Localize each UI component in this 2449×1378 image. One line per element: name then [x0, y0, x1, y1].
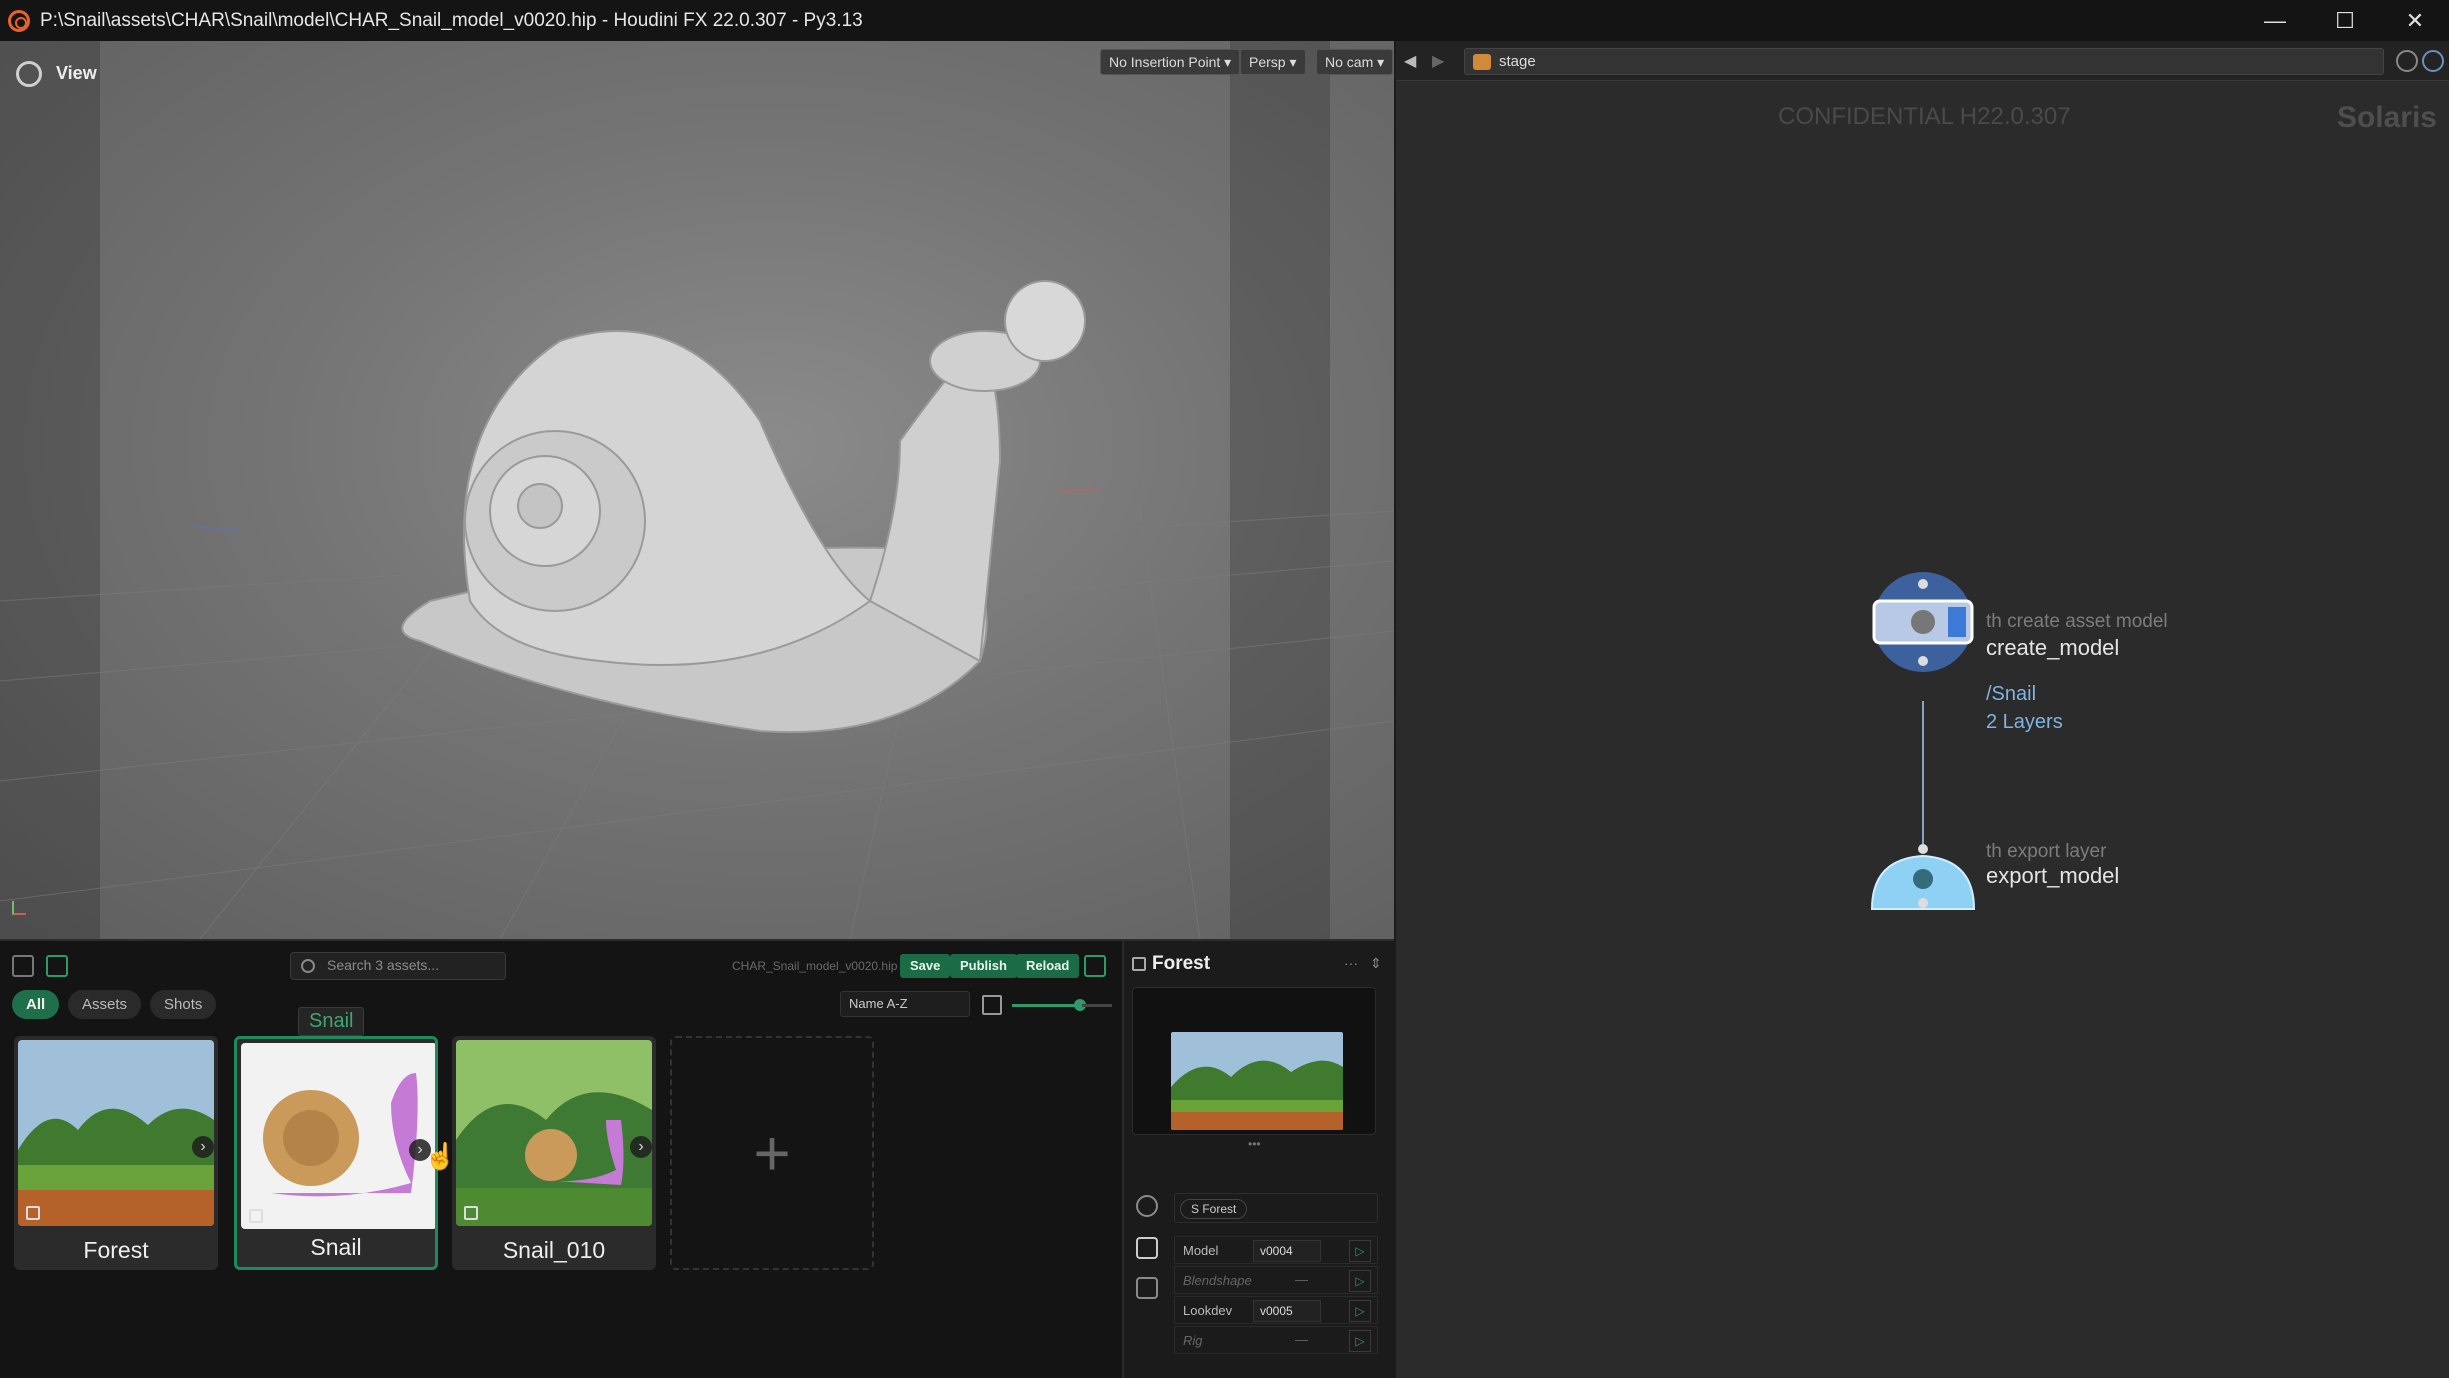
asset-browser: CHAR_Snail_model_v0020.hip Save Publish …	[0, 939, 1122, 1378]
asset-detail-panel: Forest ··· ⇕ ••• S Forest Model v0004 ▷ …	[1122, 939, 1394, 1378]
detail-thumbnail-frame	[1132, 987, 1376, 1135]
department-version[interactable]: v0005	[1253, 1300, 1321, 1322]
more-menu-icon[interactable]: ···	[1344, 955, 1358, 971]
node-export-model-name[interactable]: export_model	[1986, 863, 2119, 889]
asset-card-forest[interactable]: › Forest	[14, 1036, 218, 1270]
filter-assets[interactable]: Assets	[68, 990, 142, 1019]
houdini-logo-icon	[8, 9, 30, 32]
asset-tag[interactable]: S Forest	[1180, 1199, 1248, 1219]
insertion-point-dropdown[interactable]: No Insertion Point ▾	[1100, 49, 1241, 75]
viewport-label: View	[56, 63, 97, 83]
open-arrow-icon[interactable]: ▷	[1349, 1300, 1371, 1322]
viewport-camera-icon[interactable]	[16, 61, 42, 87]
asset-card-label: Snail_010	[502, 1237, 606, 1263]
snail-model	[401, 280, 1086, 734]
layers-tab-icon[interactable]	[1136, 1237, 1158, 1259]
asset-card-snail-010[interactable]: › Snail_010	[452, 1036, 656, 1270]
list-tab-icon[interactable]	[1136, 1277, 1158, 1299]
thumbnail-size-slider[interactable]	[1012, 1004, 1082, 1007]
shot-thumbnail	[456, 1040, 652, 1226]
asset-search[interactable]	[290, 952, 506, 980]
department-label: Lookdev	[1183, 1303, 1233, 1318]
node-create-model-name[interactable]: create_model	[1986, 635, 2119, 661]
pin-icon[interactable]: ⇕	[1370, 955, 1382, 972]
department-label: Model	[1183, 1243, 1219, 1258]
department-version: —	[1295, 1272, 1308, 1287]
filter-shots[interactable]: Shots	[150, 990, 217, 1019]
node-wires	[1870, 572, 1976, 910]
asset-icon	[1132, 957, 1146, 971]
asset-type-icon	[26, 1206, 40, 1220]
add-asset-button[interactable]: +	[670, 1036, 874, 1270]
asset-type-icon	[249, 1209, 263, 1223]
detail-panel-toggle-icon[interactable]	[1084, 955, 1106, 977]
slider-track-rest	[1082, 1004, 1112, 1007]
axis-gizmo-icon	[12, 901, 26, 915]
filter-all[interactable]: All	[12, 990, 60, 1019]
department-row-rig: Rig — ▷	[1174, 1326, 1378, 1354]
snail-thumbnail	[241, 1043, 435, 1229]
reload-button[interactable]: Reload	[1016, 954, 1080, 978]
current-file-label: CHAR_Snail_model_v0020.hip	[732, 959, 898, 973]
sidebar-toggle-icon[interactable]	[12, 955, 34, 977]
maximize-button[interactable]: ☐	[2310, 0, 2380, 41]
department-label: Blendshape	[1183, 1273, 1252, 1288]
scene-viewport[interactable]: View No Insertion Point ▾ Persp ▾ No cam…	[0, 41, 1394, 939]
department-row-model: Model v0004 ▷	[1174, 1236, 1378, 1264]
mouse-cursor-icon: ☝	[424, 1141, 457, 1171]
department-version: —	[1295, 1332, 1308, 1347]
camera-mode-dropdown[interactable]: Persp ▾	[1240, 49, 1306, 75]
info-tab-icon[interactable]	[1136, 1195, 1158, 1217]
search-icon	[301, 959, 315, 973]
department-label: Rig	[1183, 1333, 1203, 1348]
node-export-model-subtitle: th export layer	[1986, 841, 2107, 862]
department-row-lookdev: Lookdev v0005 ▷	[1174, 1296, 1378, 1324]
asset-card-snail[interactable]: › Snail	[234, 1036, 438, 1270]
asset-card-label: Snail	[310, 1234, 362, 1260]
node-create-model-layers: 2 Layers	[1986, 711, 2063, 733]
department-row-blendshape: Blendshape — ▷	[1174, 1266, 1378, 1294]
expand-arrow-icon[interactable]: ›	[192, 1136, 214, 1158]
grid-view-icon[interactable]	[982, 995, 1002, 1015]
node-create-model-subtitle: th create asset model	[1986, 611, 2168, 632]
title-bar: P:\Snail\assets\CHAR\Snail\model\CHAR_Sn…	[0, 0, 2449, 41]
window-title: P:\Snail\assets\CHAR\Snail\model\CHAR_Sn…	[40, 9, 863, 31]
detail-thumbnail	[1171, 1032, 1343, 1130]
resize-handle-icon[interactable]: •••	[1248, 1137, 1261, 1151]
search-input[interactable]	[327, 957, 497, 973]
hover-tooltip: Snail	[298, 1007, 365, 1036]
expand-arrow-icon[interactable]: ›	[630, 1136, 652, 1158]
open-arrow-icon[interactable]: ▷	[1349, 1270, 1371, 1292]
shot-type-icon	[464, 1206, 478, 1220]
close-button[interactable]: ✕	[2380, 0, 2449, 41]
sort-dropdown[interactable]: Name A-Z	[840, 991, 970, 1017]
camera-dropdown[interactable]: No cam ▾	[1316, 49, 1394, 75]
save-button[interactable]: Save	[900, 954, 951, 978]
network-editor[interactable]: ◀ ▶ stage CONFIDENTIAL H22.0.307 Solaris…	[1396, 41, 2449, 1378]
open-arrow-icon[interactable]: ▷	[1349, 1240, 1371, 1262]
publish-button[interactable]: Publish	[950, 954, 1017, 978]
department-version[interactable]: v0004	[1253, 1240, 1321, 1262]
panel-toggle-icon[interactable]	[46, 955, 68, 977]
ground-grid	[0, 280, 1394, 939]
forest-thumbnail	[18, 1040, 214, 1226]
detail-title: Forest	[1152, 953, 1211, 974]
asset-card-label: Forest	[83, 1237, 149, 1263]
node-create-model-path: /Snail	[1986, 683, 2037, 705]
open-arrow-icon[interactable]: ▷	[1349, 1330, 1371, 1352]
minimize-button[interactable]: —	[2240, 0, 2310, 41]
